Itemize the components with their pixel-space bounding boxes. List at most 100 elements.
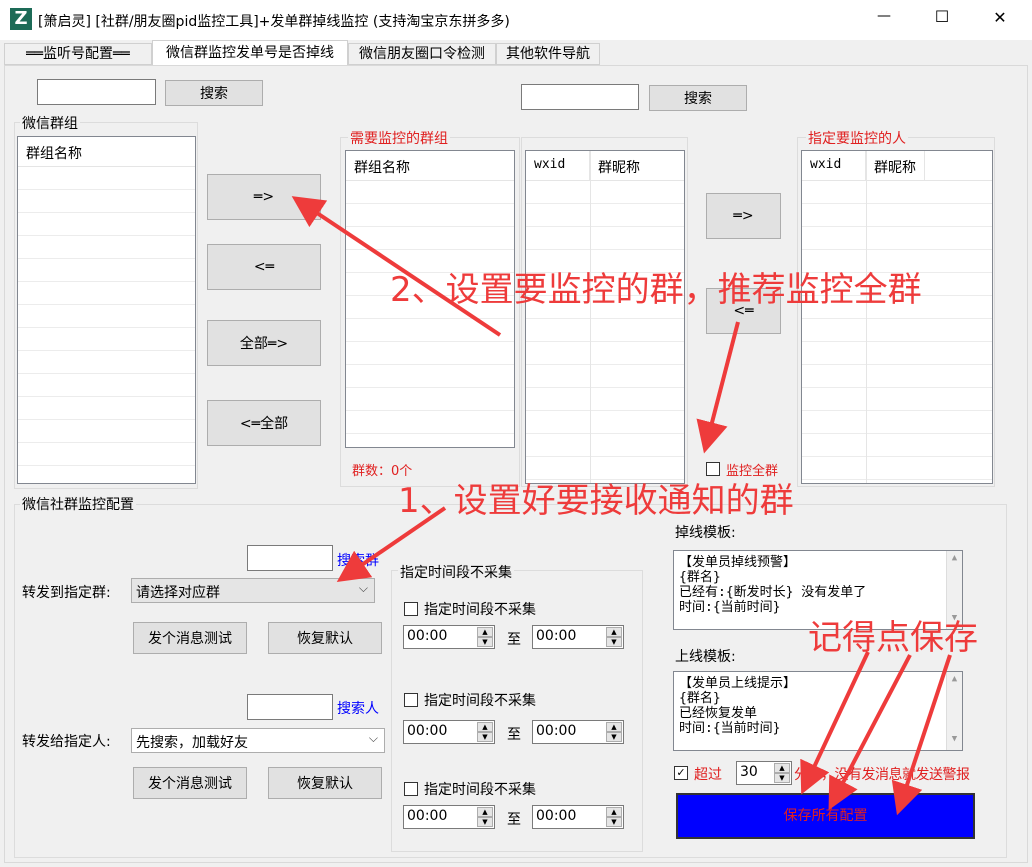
annotation-step1: 1、设置好要接收通知的群 [398,481,794,521]
target-people-list[interactable]: wxid 群昵称 [801,150,993,484]
time-range-1-to[interactable]: 00:00 ▲ ▼ [532,625,624,649]
offline-template-text: 【发单员掉线预警】 {群名} 已经有:{断发时长} 没有发单了 时间:{当前时间… [679,555,867,615]
forward-person-test-button[interactable]: 发个消息测试 [133,767,247,799]
time-range-3-to[interactable]: 00:00 ▲ ▼ [532,805,624,829]
forward-person-reset-button[interactable]: 恢复默认 [268,767,382,799]
list-header: 群组名称 [346,151,514,181]
column-wxid: wxid [526,151,590,180]
search-person-link[interactable]: 搜索人 [337,698,379,718]
wechat-groups-list[interactable]: 群组名称 [17,136,196,484]
online-template-textarea[interactable]: 【发单员上线提示】 {群名} 已经恢复发单 时间:{当前时间} ▲ ▼ [673,671,963,751]
target-people-caption: 指定要监控的人 [806,128,908,148]
time-range-2-to[interactable]: 00:00 ▲ ▼ [532,720,624,744]
member-search-button[interactable]: 搜索 [649,85,747,111]
minimize-button[interactable]: — [872,8,896,24]
to-label: 至 [507,812,521,828]
forward-person-label: 转发给指定人: [22,734,111,750]
spin-up-icon[interactable]: ▲ [606,722,622,732]
spin-up-icon[interactable]: ▲ [477,627,493,637]
spin-down-icon[interactable]: ▼ [606,817,622,827]
online-template-label: 上线模板: [675,649,736,665]
tab-moments-check[interactable]: 微信朋友圈口令检测 [348,43,496,65]
app-logo-icon: Z [10,8,32,30]
spin-up-icon[interactable]: ▲ [774,763,790,773]
column-nickname: 群昵称 [598,160,640,176]
spin-down-icon[interactable]: ▼ [477,732,493,742]
annotation-step2: 2、设置要监控的群，推荐监控全群 [390,270,922,310]
forward-person-selected: 先搜索，加载好友 [136,735,248,751]
to-label: 至 [507,632,521,648]
config-caption: 微信社群监控配置 [20,494,136,514]
offline-template-label: 掉线模板: [675,525,736,541]
spin-down-icon[interactable]: ▼ [606,732,622,742]
forward-group-label: 转发到指定群: [22,585,111,601]
members-list[interactable]: wxid 群昵称 [525,150,685,484]
remove-all-groups-button[interactable]: <═全部 [207,400,321,446]
forward-group-reset-button[interactable]: 恢复默认 [268,622,382,654]
time-range-2-from[interactable]: 00:00 ▲ ▼ [403,720,495,744]
time-range-3-label[interactable]: 指定时间段不采集 [424,779,536,799]
forward-group-select[interactable]: 请选择对应群 ⌵ [131,578,375,603]
member-search-input[interactable] [521,84,639,110]
spin-up-icon[interactable]: ▲ [477,807,493,817]
to-label: 至 [507,727,521,743]
spin-up-icon[interactable]: ▲ [477,722,493,732]
alert-suffix-label: 分钟，没有发消息就发送警报 [794,767,970,783]
add-group-button[interactable]: ═> [207,174,321,220]
wechat-groups-caption: 微信群组 [20,113,80,133]
chevron-down-icon: ⌵ [358,581,368,595]
spin-down-icon[interactable]: ▼ [606,637,622,647]
minutes-value: 30 [740,764,758,780]
monitored-groups-caption: 需要监控的群组 [348,128,450,148]
forward-person-select[interactable]: 先搜索，加载好友 ⌵ [131,728,385,753]
list-header: wxid 群昵称 [526,151,684,181]
maximize-button[interactable]: ☐ [930,7,954,26]
time-range-3-checkbox[interactable] [404,782,418,796]
scrollbar[interactable]: ▲ ▼ [946,672,962,750]
list-header: wxid 群昵称 [802,151,992,181]
window-title: [箫启灵] [社群/朋友圈pid监控工具]+发单群掉线监控 (支持淘宝京东拼多多… [38,14,510,30]
tab-listener-config[interactable]: ══监听号配置══ [4,43,152,65]
tab-other-software[interactable]: 其他软件导航 [496,43,600,65]
group-search-input[interactable] [37,79,156,105]
time-range-1-checkbox[interactable] [404,602,418,616]
forward-group-test-button[interactable]: 发个消息测试 [133,622,247,654]
time-range-1-from[interactable]: 00:00 ▲ ▼ [403,625,495,649]
online-template-text: 【发单员上线提示】 {群名} 已经恢复发单 时间:{当前时间} [679,676,797,736]
spin-up-icon[interactable]: ▲ [606,627,622,637]
remove-group-button[interactable]: <═ [207,244,321,290]
save-all-button[interactable]: 保存所有配置 [676,793,975,839]
column-group-name: 群组名称 [26,146,82,162]
alert-checkbox[interactable]: ✓ [674,766,688,780]
add-person-button[interactable]: ═> [706,193,781,239]
list-header: 群组名称 [18,137,195,167]
time-value: 00:00 [536,723,577,739]
tab-group-monitor[interactable]: 微信群监控发单号是否掉线 [152,40,348,66]
spin-up-icon[interactable]: ▲ [606,807,622,817]
spin-down-icon[interactable]: ▼ [477,637,493,647]
time-range-2-label[interactable]: 指定时间段不采集 [424,690,536,710]
list-rows [526,181,684,483]
spin-down-icon[interactable]: ▼ [774,773,790,783]
column-nickname: 群昵称 [866,151,925,180]
time-value: 00:00 [536,808,577,824]
column-divider [590,151,591,483]
time-range-1-label[interactable]: 指定时间段不采集 [424,599,536,619]
column-group-name: 群组名称 [354,160,410,176]
forward-person-search-input[interactable] [247,694,333,720]
time-range-2-checkbox[interactable] [404,693,418,707]
alert-minutes-spinner[interactable]: 30 ▲ ▼ [736,761,792,785]
tab-strip: ══监听号配置══ 微信群监控发单号是否掉线 微信朋友圈口令检测 其他软件导航 [0,40,1032,66]
group-search-button[interactable]: 搜索 [165,80,263,106]
time-range-3-from[interactable]: 00:00 ▲ ▼ [403,805,495,829]
spin-down-icon[interactable]: ▼ [477,817,493,827]
search-group-link[interactable]: 搜索群 [337,550,379,570]
close-button[interactable]: ✕ [988,8,1012,27]
list-rows [18,167,195,483]
add-all-groups-button[interactable]: 全部═> [207,320,321,366]
time-value: 00:00 [407,723,448,739]
time-value: 00:00 [536,628,577,644]
forward-group-search-input[interactable] [247,545,333,571]
list-rows [802,181,992,483]
alert-prefix-label[interactable]: 超过 [694,764,722,784]
